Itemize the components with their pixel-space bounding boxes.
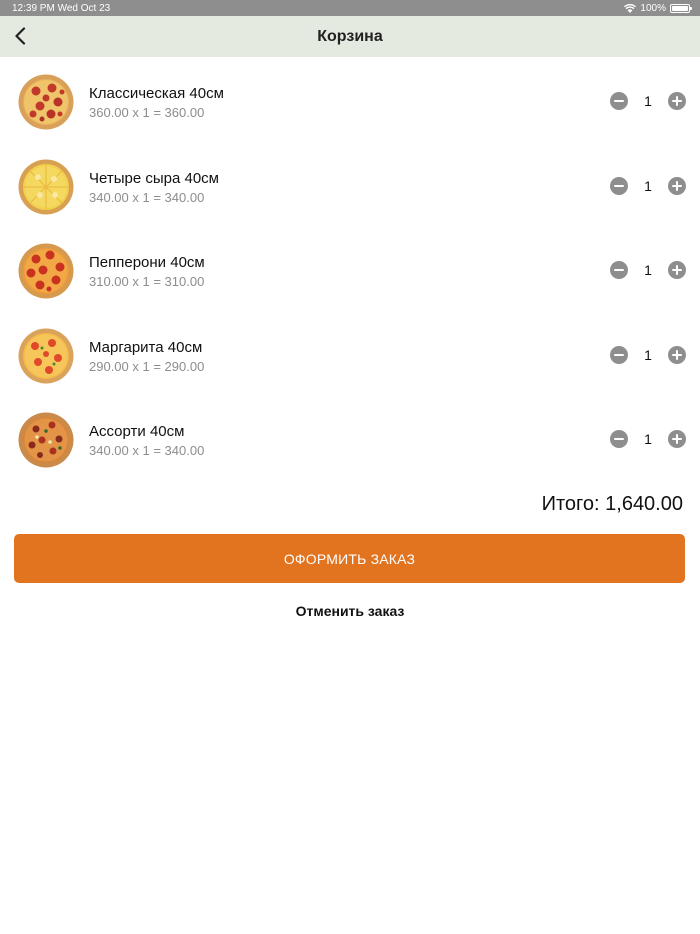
pizza-margarita-image [18,328,74,383]
pizza-pepperoni-image [18,243,74,299]
quantity-value: 1 [644,177,652,194]
chevron-left-icon [15,27,26,45]
cart-total: Итого: 1,640.00 [541,493,683,515]
status-time: 12:39 PM Wed Oct 23 [12,2,111,14]
item-price: 340.00 x 1 = 340.00 [89,189,205,205]
pizza-classic-image [18,74,74,130]
quantity-stepper: 1 [610,176,686,195]
back-button[interactable] [8,24,32,48]
cart-item: Маргарита 40см 290.00 x 1 = 290.00 1 [0,311,700,396]
quantity-value: 1 [644,431,652,447]
quantity-stepper: 1 [610,261,686,279]
cart-item: Пепперони 40см 310.00 x 1 = 310.00 1 [0,226,700,311]
pizza-assorti-image [18,412,74,468]
decrease-quantity-button[interactable] [610,430,628,448]
decrease-quantity-button[interactable] [610,261,628,279]
checkout-button[interactable]: ОФОРМИТЬ ЗАКАЗ [14,534,685,583]
status-bar: 12:39 PM Wed Oct 23 100% [0,0,700,16]
item-price: 360.00 x 1 = 360.00 [89,105,205,120]
cart-item: Ассорти 40см 340.00 x 1 = 340.00 1 [0,395,700,480]
increase-quantity-button[interactable] [668,345,686,364]
wifi-icon [624,3,637,13]
nav-bar: Корзина [0,16,700,57]
increase-quantity-button[interactable] [668,176,686,195]
cart-list: Классическая 40см 360.00 x 1 = 360.00 1 … [0,57,700,480]
decrease-quantity-button[interactable] [610,345,628,364]
item-name: Пепперони 40см [89,254,205,271]
item-name: Классическая 40см [89,85,224,102]
increase-quantity-button[interactable] [668,261,686,279]
decrease-quantity-button[interactable] [610,176,628,195]
pizza-four-cheese-image [18,159,74,214]
item-name: Четыре сыра 40см [89,169,219,187]
battery-percent: 100% [640,2,666,14]
item-name: Маргарита 40см [89,338,203,356]
increase-quantity-button[interactable] [668,430,686,448]
item-name: Ассорти 40см [89,423,185,440]
quantity-stepper: 1 [610,430,686,448]
quantity-value: 1 [644,346,652,363]
item-price: 290.00 x 1 = 290.00 [89,358,205,374]
quantity-stepper: 1 [610,92,686,110]
cart-item: Классическая 40см 360.00 x 1 = 360.00 1 [0,57,700,142]
decrease-quantity-button[interactable] [610,92,628,110]
increase-quantity-button[interactable] [668,92,686,110]
cart-item: Четыре сыра 40см 340.00 x 1 = 340.00 1 [0,142,700,227]
item-price: 340.00 x 1 = 340.00 [89,443,205,458]
status-indicators: 100% [624,2,692,14]
quantity-value: 1 [644,262,652,278]
item-price: 310.00 x 1 = 310.00 [89,274,205,289]
battery-icon [670,3,692,13]
page-title: Корзина [317,27,383,45]
cancel-order-link[interactable]: Отменить заказ [0,603,700,619]
quantity-stepper: 1 [610,345,686,364]
quantity-value: 1 [644,93,652,109]
